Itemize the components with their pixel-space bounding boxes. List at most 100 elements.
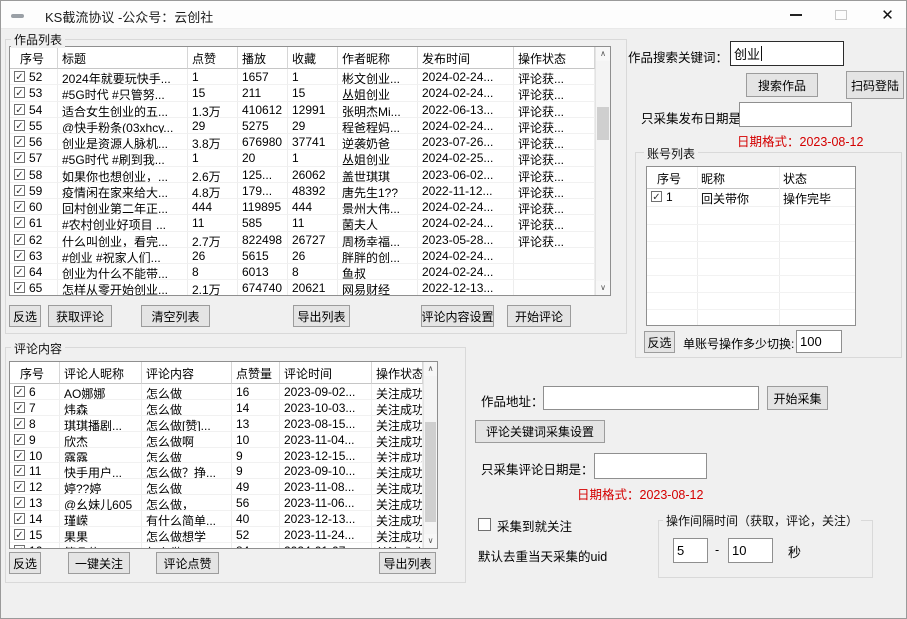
work-row[interactable]: ✓65 怎样从零开始创业... 2.1万 674740 20621 网易财经 2… (10, 280, 595, 296)
col-header-content[interactable]: 评论内容 (142, 362, 232, 384)
interval-min-input[interactable] (673, 538, 708, 563)
row-checkbox[interactable]: ✓ (14, 266, 25, 277)
row-checkbox[interactable]: ✓ (14, 497, 25, 508)
start-comment-button[interactable]: 开始评论 (507, 305, 571, 327)
start-collect-button[interactable]: 开始采集 (767, 386, 828, 410)
comment-settings-button[interactable]: 评论内容设置 (421, 305, 494, 327)
row-checkbox[interactable]: ✓ (14, 450, 25, 461)
row-checkbox[interactable]: ✓ (14, 152, 25, 163)
work-row[interactable]: ✓58 如果你也想创业，... 2.6万 125... 26062 盖世琪琪 2… (10, 167, 595, 183)
accounts-invert-button[interactable]: 反选 (644, 331, 675, 353)
get-comments-button[interactable]: 获取评论 (48, 305, 112, 327)
row-checkbox[interactable]: ✓ (14, 120, 25, 131)
comment-date-input[interactable] (594, 453, 707, 479)
interval-max-input[interactable] (728, 538, 773, 563)
row-checkbox[interactable]: ✓ (14, 201, 25, 212)
scan-login-button[interactable]: 扫码登陆 (846, 71, 904, 99)
works-invert-button[interactable]: 反选 (9, 305, 41, 327)
clear-list-button[interactable]: 清空列表 (141, 305, 210, 327)
scroll-down-icon[interactable]: ∨ (424, 534, 437, 548)
comment-row[interactable]: ✓9 欣杰 怎么做啊 10 2023-11-04... 关注成功 (10, 432, 423, 448)
work-address-input[interactable] (543, 386, 759, 410)
work-search-input[interactable]: 创业 (730, 41, 844, 66)
comments-scrollbar[interactable]: ∧ ∨ (423, 362, 437, 548)
work-row[interactable]: ✓53 #5G时代 #只管努... 15 211 15 丛姐创业 2024-02… (10, 85, 595, 101)
comment-row[interactable]: ✓8 琪琪播剧... 怎么做[赞]... 13 2023-08-15... 关注… (10, 416, 423, 432)
col-header-no[interactable]: 序号 (647, 167, 697, 189)
comment-row[interactable]: ✓12 婷??婷 怎么做 49 2023-11-08... 关注成功 (10, 479, 423, 495)
col-header-status[interactable]: 操作状态 (514, 47, 595, 69)
col-header-no[interactable]: 序号 (10, 47, 58, 69)
col-header-author[interactable]: 作者昵称 (338, 47, 418, 69)
comment-row[interactable]: ✓13 @幺妹儿605 怎么做， 56 2023-11-06... 关注成功 (10, 495, 423, 511)
scroll-up-icon[interactable]: ∧ (424, 362, 437, 376)
works-scrollbar[interactable]: ∧ ∨ (595, 47, 610, 295)
scrollbar-thumb[interactable] (425, 422, 436, 522)
col-header-status[interactable]: 操作状态 (372, 362, 423, 384)
work-row[interactable]: ✓52 2024年就要玩快手... 1 1657 1 彬文创业... 2024-… (10, 69, 595, 85)
minimize-button[interactable] (779, 1, 813, 29)
col-header-likes[interactable]: 点赞量 (232, 362, 280, 384)
row-checkbox[interactable]: ✓ (14, 513, 25, 524)
comment-row[interactable]: ✓16 第凡信 怎么做 84 2024-01-07... 关注成功 (10, 543, 423, 549)
follow-all-button[interactable]: 一键关注 (68, 552, 130, 574)
comment-row[interactable]: ✓14 瑾嵘 有什么简单... 40 2023-12-13... 关注成功 (10, 511, 423, 527)
row-checkbox[interactable]: ✓ (14, 481, 25, 492)
works-export-button[interactable]: 导出列表 (293, 305, 350, 327)
scroll-up-icon[interactable]: ∧ (596, 47, 610, 61)
row-checkbox[interactable]: ✓ (14, 386, 25, 397)
maximize-button[interactable] (823, 1, 859, 29)
col-header-nickname[interactable]: 评论人昵称 (60, 362, 142, 384)
work-row[interactable]: ✓56 创业是资源人脉机... 3.8万 676980 37741 逆袭奶爸 2… (10, 134, 595, 150)
col-header-nickname[interactable]: 昵称 (697, 167, 779, 189)
comments-export-button[interactable]: 导出列表 (379, 552, 436, 574)
scrollbar-thumb[interactable] (597, 107, 609, 140)
follow-on-collect-checkbox[interactable]: ✓ (478, 518, 491, 531)
work-row[interactable]: ✓61 #农村创业好项目 ... 11 585 11 菌夫人 2024-02-2… (10, 215, 595, 231)
search-works-button[interactable]: 搜索作品 (746, 73, 818, 97)
col-header-no[interactable]: 序号 (10, 362, 60, 384)
row-checkbox[interactable]: ✓ (14, 434, 25, 445)
row-checkbox[interactable]: ✓ (14, 104, 25, 115)
comments-invert-button[interactable]: 反选 (9, 552, 41, 574)
work-row[interactable]: ✓62 什么叫创业，看完... 2.7万 822498 26727 周杨幸福..… (10, 232, 595, 248)
comment-row[interactable]: ✓15 果果 怎么做想学 52 2023-11-24... 关注成功 (10, 527, 423, 543)
row-checkbox[interactable]: ✓ (14, 234, 25, 245)
row-checkbox[interactable]: ✓ (14, 136, 25, 147)
work-row[interactable]: ✓55 @快手粉条(03xhcy... 29 5275 29 程爸程妈... 2… (10, 118, 595, 134)
publish-date-input[interactable] (739, 102, 852, 127)
row-checkbox[interactable]: ✓ (14, 169, 25, 180)
comment-row[interactable]: ✓6 AO娜娜 怎么做 16 2023-09-02... 关注成功 (10, 384, 423, 400)
comment-row[interactable]: ✓7 炜森 怎么做 14 2023-10-03... 关注成功 (10, 400, 423, 416)
comment-keyword-settings-button[interactable]: 评论关键词采集设置 (475, 420, 605, 443)
comment-row[interactable]: ✓10 露露 怎么做 9 2023-12-15... 关注成功 (10, 448, 423, 464)
scroll-down-icon[interactable]: ∨ (596, 281, 610, 295)
account-row[interactable]: ✓1 回关带你 操作完毕 (647, 189, 855, 207)
work-row[interactable]: ✓60 回村创业第二年正... 444 119895 444 景州大伟... 2… (10, 199, 595, 215)
work-row[interactable]: ✓54 适合女生创业的五... 1.3万 410612 12991 张明杰Mi.… (10, 102, 595, 118)
col-header-likes[interactable]: 点赞 (188, 47, 238, 69)
col-header-plays[interactable]: 播放 (238, 47, 288, 69)
row-checkbox[interactable]: ✓ (14, 185, 25, 196)
row-checkbox[interactable]: ✓ (14, 282, 25, 293)
col-header-time[interactable]: 发布时间 (418, 47, 514, 69)
row-checkbox[interactable]: ✓ (14, 465, 25, 476)
row-checkbox[interactable]: ✓ (14, 545, 25, 549)
row-checkbox[interactable]: ✓ (14, 529, 25, 540)
col-header-status[interactable]: 状态 (779, 167, 855, 189)
row-checkbox[interactable]: ✓ (14, 71, 25, 82)
work-row[interactable]: ✓63 #创业 #祝家人们... 26 5615 26 胖胖的创... 2024… (10, 248, 595, 264)
col-header-title[interactable]: 标题 (58, 47, 188, 69)
col-header-time[interactable]: 评论时间 (280, 362, 372, 384)
row-checkbox[interactable]: ✓ (14, 87, 25, 98)
row-checkbox[interactable]: ✓ (14, 402, 25, 413)
row-checkbox[interactable]: ✓ (14, 217, 25, 228)
row-checkbox[interactable]: ✓ (14, 418, 25, 429)
col-header-favs[interactable]: 收藏 (288, 47, 338, 69)
work-row[interactable]: ✓59 疫情闲在家来给大... 4.8万 179... 48392 唐先生1??… (10, 183, 595, 199)
work-row[interactable]: ✓64 创业为什么不能带... 8 6013 8 鱼叔 2024-02-24..… (10, 264, 595, 280)
close-button[interactable]: ✕ (867, 1, 907, 29)
row-checkbox[interactable]: ✓ (651, 191, 662, 202)
account-switch-input[interactable] (796, 330, 842, 353)
row-checkbox[interactable]: ✓ (14, 250, 25, 261)
